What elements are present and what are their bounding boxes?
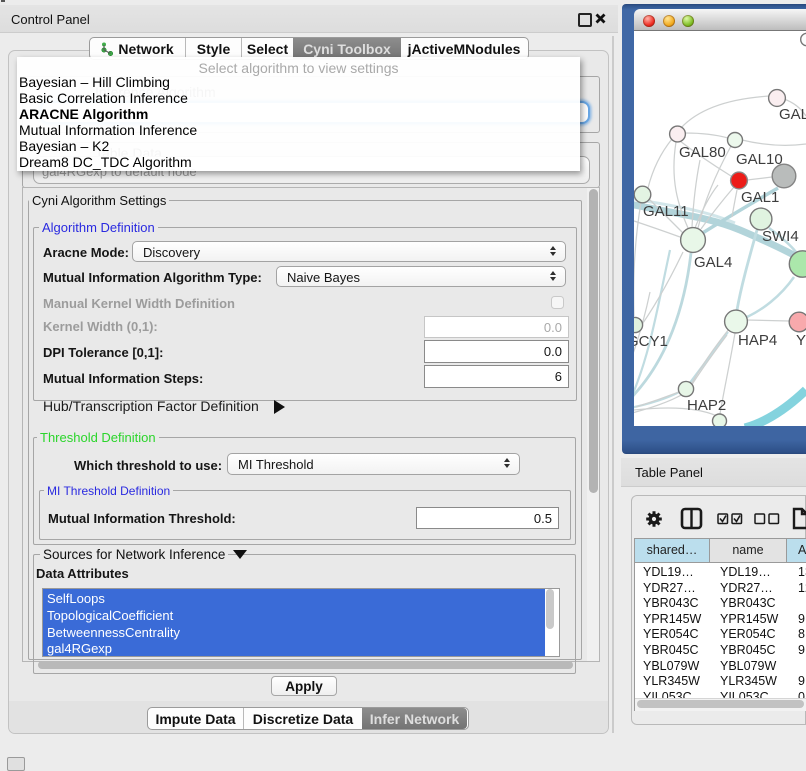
svg-text:GAL1: GAL1 xyxy=(741,189,779,206)
svg-text:HAP2: HAP2 xyxy=(687,397,726,414)
svg-text:GAL10: GAL10 xyxy=(736,151,783,168)
svg-text:GAL11: GAL11 xyxy=(643,203,689,220)
svg-text:GCY1: GCY1 xyxy=(634,333,668,350)
svg-text:HAP4: HAP4 xyxy=(738,332,777,349)
svg-text:GAL80: GAL80 xyxy=(679,144,726,161)
svg-text:GAL4: GAL4 xyxy=(694,254,732,271)
svg-text:Y: Y xyxy=(796,332,806,349)
svg-text:SWI4: SWI4 xyxy=(762,228,799,245)
svg-text:GAL7: GAL7 xyxy=(779,106,806,123)
